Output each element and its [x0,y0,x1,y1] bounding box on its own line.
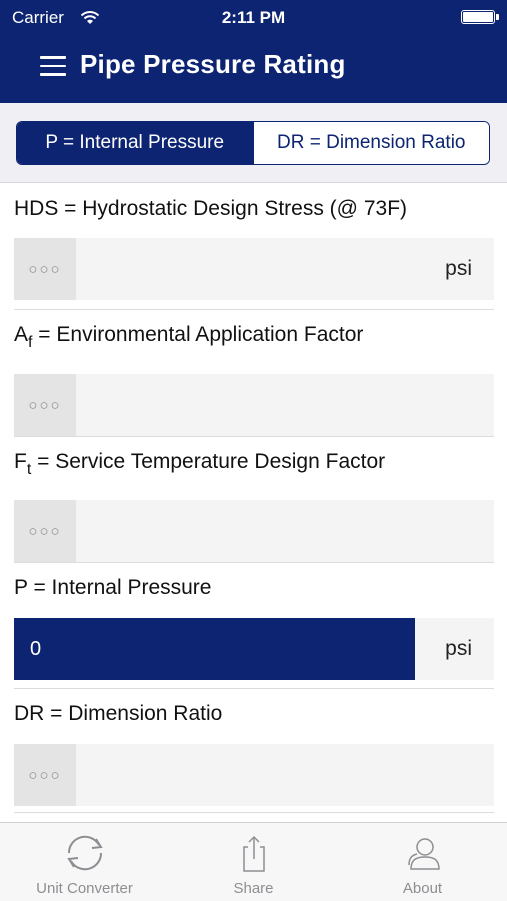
dr-field[interactable]: ○○○ [14,744,494,806]
battery-icon [461,10,495,24]
dr-picker-button[interactable]: ○○○ [14,744,76,806]
p-field: 0 psi [14,618,494,680]
tab-about-label: About [402,880,443,897]
tab-bar: Unit Converter Share About [0,822,507,901]
ft-label: Ft = Service Temperature Design Factor [14,450,385,479]
af-label-rest: = Environmental Application Factor [32,323,364,346]
hamburger-menu-icon[interactable] [40,56,66,76]
header: Carrier 2:11 PM Pipe Pressure Rating [0,0,507,103]
af-field[interactable]: ○○○ [14,374,494,436]
p-label: P = Internal Pressure [14,576,212,599]
person-icon [407,838,440,870]
af-label-main: A [14,323,29,346]
p-unit: psi [445,637,472,660]
segment-internal-pressure[interactable]: P = Internal Pressure [17,122,253,164]
status-bar: Carrier 2:11 PM [0,0,507,36]
divider [14,688,494,689]
af-label: Af = Environmental Application Factor [14,323,363,352]
page-title: Pipe Pressure Rating [80,49,346,79]
ft-field[interactable]: ○○○ [14,500,494,562]
divider [14,309,494,310]
tab-unit-converter[interactable]: Unit Converter [0,823,169,901]
share-icon [242,835,265,872]
divider [14,562,494,563]
battery-tip [496,14,499,20]
tab-about[interactable]: About [338,823,507,901]
af-picker-button[interactable]: ○○○ [14,374,76,436]
p-result-value: 0 [14,618,415,680]
tab-share[interactable]: Share [169,823,338,901]
ft-picker-button[interactable]: ○○○ [14,500,76,562]
clock: 2:11 PM [221,8,286,27]
hds-field[interactable]: ○○○ psi [14,238,494,300]
ft-label-rest: = Service Temperature Design Factor [31,450,386,473]
hds-unit: psi [445,257,472,280]
ft-label-main: F [14,450,27,473]
hds-label: HDS = Hydrostatic Design Stress (@ 73F) [14,197,408,220]
divider [14,436,494,437]
divider [14,812,494,813]
mode-segmented-control: P = Internal Pressure DR = Dimension Rat… [16,121,490,165]
segment-dimension-ratio[interactable]: DR = Dimension Ratio [252,122,489,164]
tab-share-label: Share [233,880,274,897]
refresh-cycle-icon [66,835,103,871]
hds-picker-button[interactable]: ○○○ [14,238,76,300]
tab-unit-converter-label: Unit Converter [36,880,133,897]
segmented-control-area: P = Internal Pressure DR = Dimension Rat… [0,103,507,183]
dr-label: DR = Dimension Ratio [14,702,223,725]
